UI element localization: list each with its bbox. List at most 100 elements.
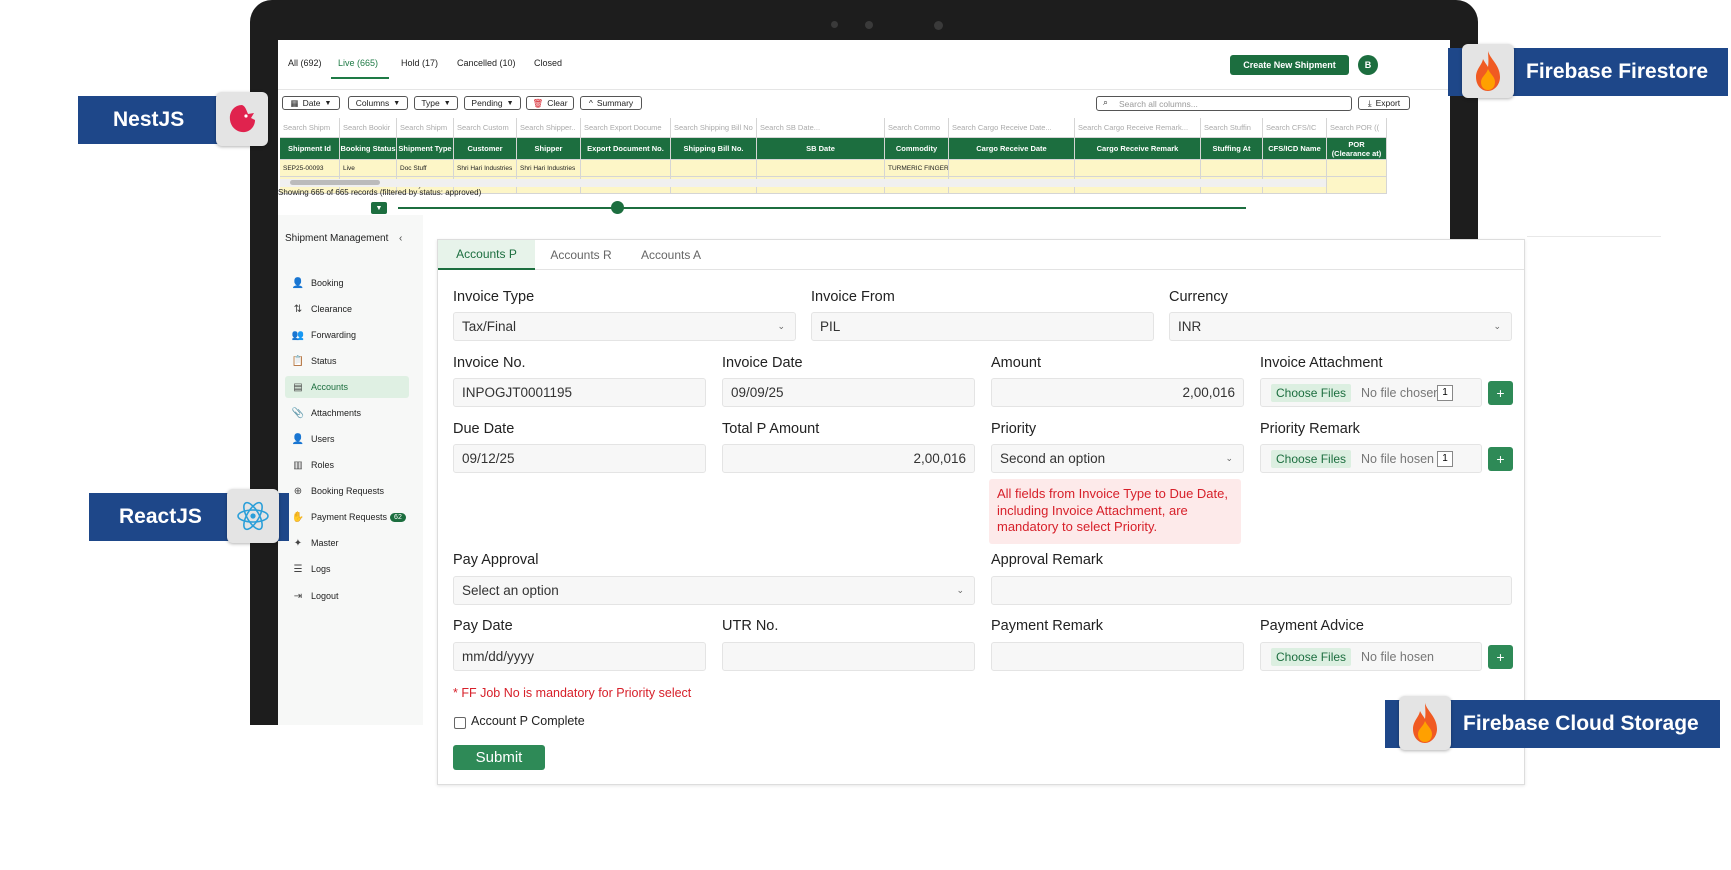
tab-accounts-p[interactable]: Accounts P [438, 240, 535, 270]
add-priority-file-button[interactable]: + [1488, 447, 1513, 471]
priority-remark-input[interactable]: Choose Files No file hosen 1 [1260, 444, 1482, 473]
column-search-input[interactable]: Search POR (( [1327, 118, 1387, 138]
column-header[interactable]: Booking Status [340, 138, 397, 160]
amount-field[interactable]: 2,00,016 [991, 378, 1244, 407]
column-search-input[interactable]: Search Shipm [397, 118, 454, 138]
column-header[interactable]: Customer [454, 138, 517, 160]
column-header[interactable]: Stuffing At [1201, 138, 1263, 160]
export-button[interactable]: ⤓ Export [1358, 96, 1410, 110]
sidebar-item-roles[interactable]: ▥ Roles [285, 454, 409, 476]
approval-remark-field[interactable] [991, 576, 1512, 605]
sidebar-item-forwarding[interactable]: 👥 Forwarding [285, 324, 409, 346]
column-search-input[interactable]: Search Shipm [280, 118, 340, 138]
tab-accounts-r[interactable]: Accounts R [538, 240, 624, 270]
approval-remark-label: Approval Remark [991, 552, 1104, 568]
column-header[interactable]: Shipment Id [280, 138, 340, 160]
payment-advice-input[interactable]: Choose Files No file hosen [1260, 642, 1482, 671]
table-row[interactable]: SEP25-00093 Live Doc Stuff Shri Hari Ind… [280, 160, 1440, 177]
invoice-date-field[interactable]: 09/09/25 [722, 378, 975, 407]
currency-select[interactable]: INR ⌄ [1169, 312, 1512, 341]
horizontal-scrollbar[interactable] [280, 179, 1326, 187]
chevron-left-icon[interactable]: ‹ [399, 233, 402, 244]
pay-date-field[interactable]: mm/dd/yyyy [453, 642, 706, 671]
scrollbar-thumb[interactable] [290, 180, 380, 185]
sidebar-item-users[interactable]: 👤 Users [285, 428, 409, 450]
avatar[interactable]: B [1358, 55, 1378, 75]
sidebar-item-master[interactable]: ✦ Master [285, 532, 409, 554]
amount-label: Amount [991, 355, 1041, 371]
choose-files-button[interactable]: Choose Files [1271, 647, 1352, 666]
column-search-input[interactable]: Search Bookir [340, 118, 397, 138]
column-header[interactable]: SB Date [757, 138, 885, 160]
column-header[interactable]: POR (Clearance at) [1327, 138, 1387, 160]
priority-select[interactable]: Second an option ⌄ [991, 444, 1244, 473]
column-header[interactable]: Shipper [517, 138, 581, 160]
column-header[interactable]: Export Document No. [581, 138, 671, 160]
camera-dot [865, 21, 873, 29]
sidebar-item-accounts[interactable]: ▤ Accounts [285, 376, 409, 398]
tab-live[interactable]: Live (665) [338, 58, 378, 68]
payment-remark-field[interactable] [991, 642, 1244, 671]
summary-button[interactable]: ^ Summary [580, 96, 642, 110]
column-search-input[interactable]: Search CFS/IC [1263, 118, 1327, 138]
clipboard-icon: 📋 [291, 355, 305, 367]
choose-files-button[interactable]: Choose Files [1271, 383, 1352, 402]
stage: All (692) Live (665) Hold (17) Cancelled… [0, 0, 1731, 870]
total-p-amount-field[interactable]: 2,00,016 [722, 444, 975, 473]
search-all-input[interactable]: ⌕ Search all columns... [1096, 96, 1352, 111]
type-filter-button[interactable]: Type ▼ [414, 96, 458, 110]
tab-closed[interactable]: Closed [534, 58, 562, 68]
column-header[interactable]: Shipment Type [397, 138, 454, 160]
create-shipment-button[interactable]: Create New Shipment [1230, 55, 1349, 75]
sidebar-item-status[interactable]: 📋 Status [285, 350, 409, 372]
clear-button[interactable]: 🗑 Clear [526, 96, 574, 110]
sidebar-item-booking-requests[interactable]: ⊕ Booking Requests [285, 480, 409, 502]
column-header[interactable]: Shipping Bill No. [671, 138, 757, 160]
tab-cancelled[interactable]: Cancelled (10) [457, 58, 516, 68]
add-payment-advice-button[interactable]: + [1488, 645, 1513, 669]
tab-hold[interactable]: Hold (17) [401, 58, 438, 68]
resize-slider-track[interactable] [398, 207, 1246, 209]
choose-files-button[interactable]: Choose Files [1271, 449, 1352, 468]
submit-button[interactable]: Submit [453, 745, 545, 770]
tab-all[interactable]: All (692) [288, 58, 322, 68]
pending-filter-button[interactable]: Pending ▼ [464, 96, 521, 110]
resize-slider-handle[interactable] [611, 201, 624, 214]
invoice-type-select[interactable]: Tax/Final ⌄ [453, 312, 796, 341]
column-search-input[interactable]: Search Shipping Bill No [671, 118, 757, 138]
column-search-input[interactable]: Search Cargo Receive Remark... [1075, 118, 1201, 138]
tab-accounts-a[interactable]: Accounts A [628, 240, 714, 270]
column-search-input[interactable]: Search Shipper.. [517, 118, 581, 138]
sidebar-item-clearance[interactable]: ⇅ Clearance [285, 298, 409, 320]
add-attachment-button[interactable]: + [1488, 381, 1513, 405]
due-date-field[interactable]: 09/12/25 [453, 444, 706, 473]
pay-approval-select[interactable]: Select an option ⌄ [453, 576, 975, 605]
column-header[interactable]: CFS/ICD Name [1263, 138, 1327, 160]
column-search-input[interactable]: Search Export Docume [581, 118, 671, 138]
column-search-input[interactable]: Search Cargo Receive Date... [949, 118, 1075, 138]
chevron-down-icon: ⌄ [777, 321, 785, 331]
column-header[interactable]: Cargo Receive Date [949, 138, 1075, 160]
column-search-input[interactable]: Search Commo [885, 118, 949, 138]
invoice-attachment-input[interactable]: Choose Files No file chosen 1 [1260, 378, 1482, 407]
sidebar-item-booking[interactable]: 👤 Booking [285, 272, 409, 294]
date-filter-button[interactable]: ▦ Date ▼ [282, 96, 340, 110]
sidebar-item-logout[interactable]: ⇥ Logout [285, 585, 409, 607]
invoice-from-field[interactable]: PIL [811, 312, 1154, 341]
column-search-input[interactable]: Search SB Date... [757, 118, 885, 138]
invoice-no-field[interactable]: INPOGJT0001195 [453, 378, 706, 407]
columns-button[interactable]: Columns ▼ [348, 96, 408, 110]
column-header[interactable]: Commodity [885, 138, 949, 160]
account-p-complete-checkbox[interactable] [454, 717, 466, 729]
sidebar-item-logs[interactable]: ☰ Logs [285, 558, 409, 580]
column-search-row: Search Shipm Search Bookir Search Shipm … [280, 118, 1440, 138]
collapse-grid-button[interactable]: ▼ [371, 202, 387, 214]
table-cell [949, 160, 1075, 177]
utr-no-field[interactable] [722, 642, 975, 671]
sidebar-item-attachments[interactable]: 📎 Attachments [285, 402, 409, 424]
sidebar-item-payment-requests[interactable]: ✋ Payment Requests 62 [285, 506, 409, 528]
column-search-input[interactable]: Search Stuffin [1201, 118, 1263, 138]
column-header[interactable]: Cargo Receive Remark [1075, 138, 1201, 160]
column-header-row: Shipment Id Booking Status Shipment Type… [280, 138, 1440, 160]
column-search-input[interactable]: Search Custom [454, 118, 517, 138]
